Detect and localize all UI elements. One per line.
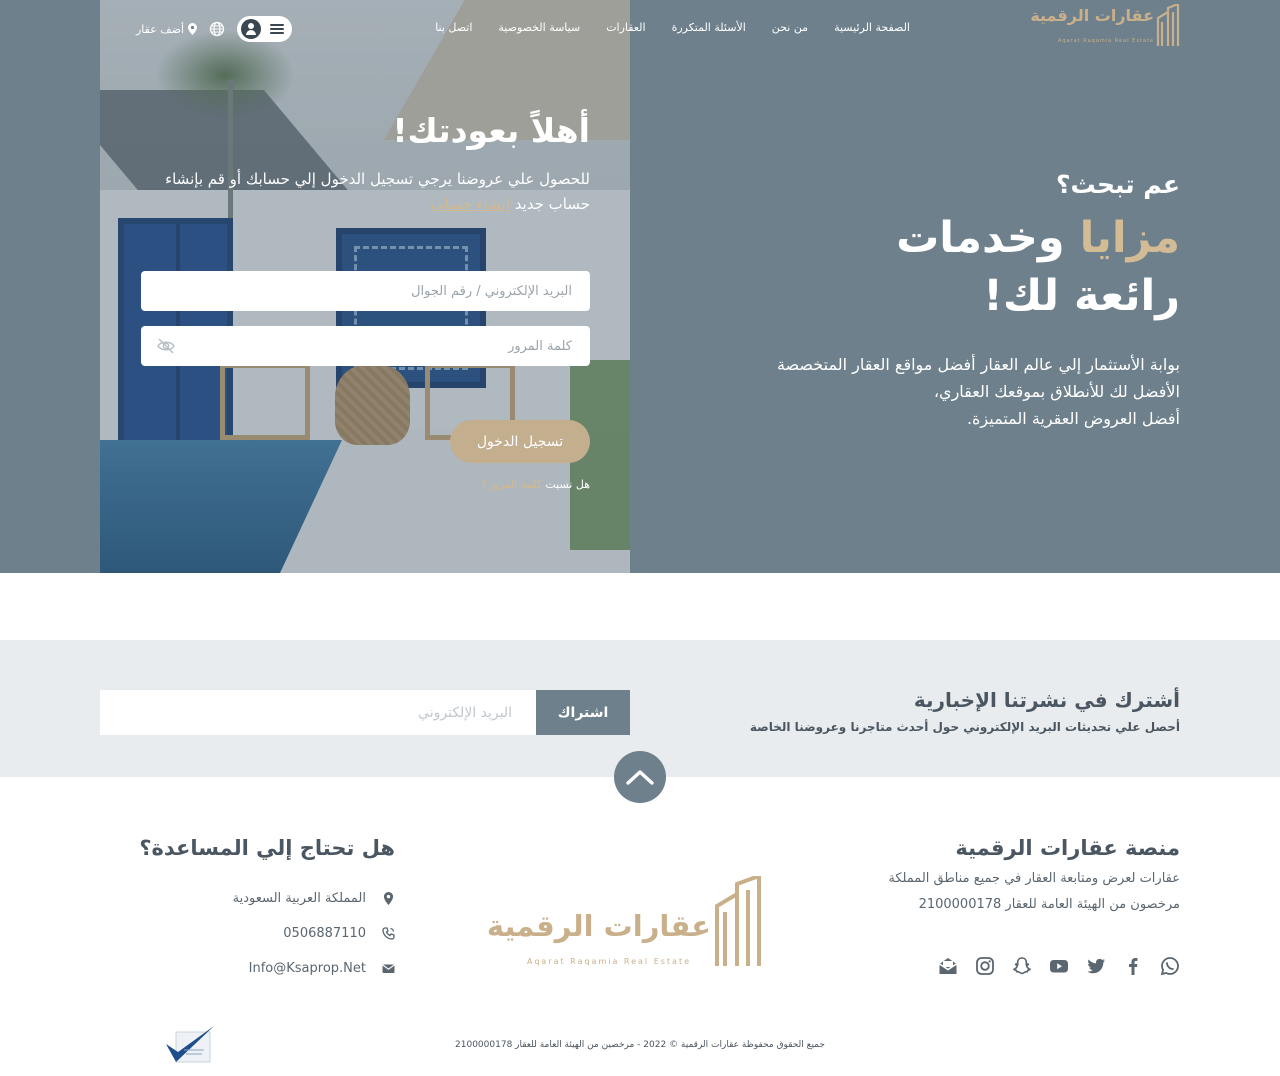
top-nav: عقارات الرقمية Aqarat Raqamia Real Estat… — [100, 0, 1180, 58]
login-lead: للحصول علي عروضنا يرجي تسجيل الدخول إلي … — [140, 167, 590, 217]
nav-privacy[interactable]: سياسة الخصوصية — [498, 21, 580, 34]
whatsapp-icon[interactable] — [1160, 956, 1180, 976]
footer-logo-text: عقارات الرقمية — [486, 909, 711, 943]
hero-headline-rest: وخدمات — [896, 213, 1065, 263]
subscribe-button[interactable]: اشتراك — [536, 690, 630, 735]
hero-copy: عم تبحث؟ مزايا وخدمات رائعة لك! بوابة ال… — [660, 170, 1180, 432]
logo-building-icon — [715, 876, 761, 966]
snapchat-icon[interactable] — [1012, 956, 1032, 976]
main-menu: الصفحة الرئيسية من نحن الأسئلة المتكررة … — [435, 21, 910, 34]
email-open-icon[interactable] — [938, 956, 958, 976]
nav-actions: أضف عقار — [100, 16, 293, 42]
nav-about[interactable]: من نحن — [772, 21, 808, 34]
login-submit-button[interactable]: تسجيل الدخول — [450, 420, 590, 463]
user-avatar-icon — [241, 19, 262, 39]
hero-desc-line: الأفضل لك للأنطلاق بموقعك العقاري، — [933, 382, 1180, 401]
logo-building-icon — [1156, 4, 1180, 46]
password-field-wrapper — [141, 326, 590, 366]
hero-desc-line: أفضل العروض العقرية المتميزة. — [966, 409, 1180, 428]
forgot-password-link[interactable]: كلمة المرور؟ — [482, 478, 542, 491]
contact-address-text: المملكة العربية السعودية — [232, 891, 366, 906]
newsletter-form: اشتراك — [100, 690, 630, 735]
email-field-wrapper — [141, 271, 590, 311]
chevron-up-icon — [626, 770, 654, 785]
contact-email[interactable]: Info@Ksaprop.Net — [249, 961, 395, 976]
login-intro: أهلاً بعودتك! للحصول علي عروضنا يرجي تسج… — [140, 110, 590, 217]
contact-phone-text: 0506887110 — [283, 926, 366, 941]
social-links — [938, 956, 1180, 976]
footer-logo-subtitle: Aqarat Raqamia Real Estate — [527, 957, 692, 966]
hero-description: بوابة الأستثمار إلي عالم العقار أفضل موا… — [660, 351, 1180, 432]
facebook-icon[interactable] — [1123, 956, 1143, 976]
contact-email-text: Info@Ksaprop.Net — [248, 961, 366, 976]
newsletter-subtitle: أحصل علي تحديثات البريد الإلكتروني حول أ… — [749, 720, 1180, 734]
hamburger-icon — [270, 22, 285, 36]
footer-about-line1: عقارات لعرض ومتابعة العقار في جميع مناطق… — [888, 871, 1180, 886]
hero-section: عقارات الرقمية Aqarat Raqamia Real Estat… — [0, 0, 1280, 573]
copyright-text: جميع الحقوق محفوظة عقارات الرقمية © 2022… — [455, 1040, 825, 1050]
add-property-link[interactable]: أضف عقار — [136, 22, 198, 36]
twitter-icon[interactable] — [1086, 956, 1106, 976]
hero-desc-line: بوابة الأستثمار إلي عالم العقار أفضل موا… — [776, 355, 1180, 374]
hero-headline-line2: رائعة لك! — [983, 271, 1180, 321]
footer-about: منصة عقارات الرقمية عقارات لعرض ومتابعة … — [850, 836, 1180, 912]
contact-address: المملكة العربية السعودية — [233, 891, 395, 906]
map-pin-icon — [188, 23, 198, 35]
logo-text: عقارات الرقمية — [1030, 6, 1154, 25]
footer-help-title: هل تحتاج إلي المساعدة؟ — [139, 836, 395, 860]
nav-home[interactable]: الصفحة الرئيسية — [834, 21, 910, 34]
footer-about-line2: مرخصون من الهيئة العامة للعقار 210000017… — [918, 897, 1180, 912]
hero-question: عم تبحث؟ — [1056, 170, 1180, 199]
logo-subtitle: Aqarat Raqamia Real Estate — [1057, 38, 1154, 44]
instagram-icon[interactable] — [975, 956, 995, 976]
contact-phone[interactable]: 0506887110 — [283, 926, 395, 941]
newsletter-email-input[interactable] — [100, 690, 536, 735]
footer-logo: عقارات الرقمية Aqarat Raqamia Real Estat… — [487, 876, 765, 968]
phone-icon — [382, 927, 395, 940]
envelope-icon — [382, 964, 395, 973]
create-account-link[interactable]: إنشاء حساب — [430, 195, 509, 213]
login-title: أهلاً بعودتك! — [392, 111, 590, 150]
forgot-prefix: هل نسيت — [545, 478, 590, 491]
newsletter-text: أشترك في نشرتنا الإخبارية أحصل علي تحديث… — [750, 688, 1180, 734]
footer-help: هل تحتاج إلي المساعدة؟ المملكة العربية ا… — [139, 836, 395, 976]
newsletter-title: أشترك في نشرتنا الإخبارية — [913, 688, 1180, 712]
footer-about-title: منصة عقارات الرقمية — [955, 836, 1180, 860]
add-property-label: أضف عقار — [136, 22, 185, 36]
youtube-icon[interactable] — [1049, 956, 1069, 976]
nav-contact[interactable]: اتصل بنا — [435, 21, 472, 34]
eye-off-icon[interactable] — [157, 338, 175, 354]
nav-properties[interactable]: العقارات — [606, 21, 645, 34]
hero-headline: مزايا وخدمات رائعة لك! — [660, 209, 1180, 325]
user-menu-toggle[interactable] — [237, 16, 293, 42]
password-input[interactable] — [141, 326, 590, 366]
nav-faq[interactable]: الأسئلة المتكررة — [672, 21, 746, 34]
hero-headline-accent: مزايا — [1079, 213, 1180, 263]
header-logo[interactable]: عقارات الرقمية Aqarat Raqamia Real Estat… — [1030, 4, 1180, 46]
email-phone-input[interactable] — [141, 271, 590, 311]
login-lead-text: للحصول علي عروضنا يرجي تسجيل الدخول إلي … — [165, 169, 590, 213]
map-pin-icon — [383, 892, 394, 905]
globe-language-icon[interactable] — [209, 21, 225, 37]
scroll-to-top-button[interactable] — [614, 751, 666, 803]
forgot-password: هل نسيت كلمة المرور؟ — [440, 478, 590, 491]
